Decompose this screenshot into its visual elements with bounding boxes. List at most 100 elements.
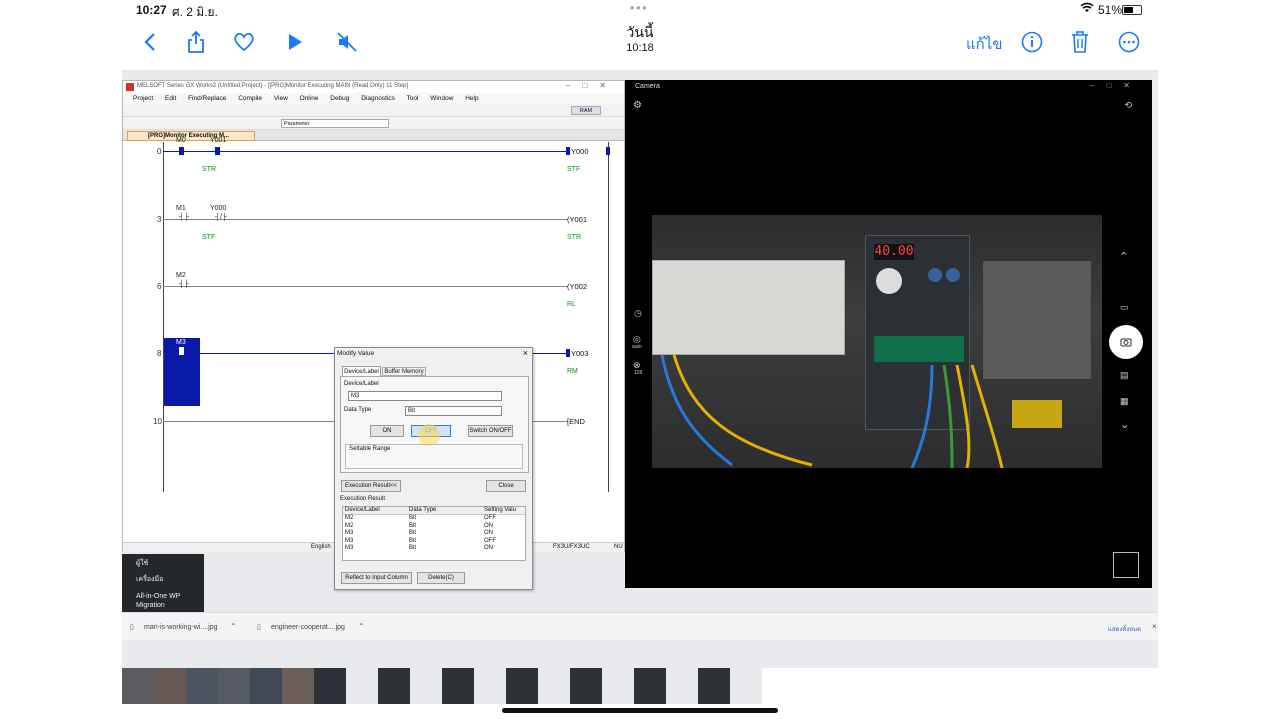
coil-label[interactable]: Y003 [571,349,589,358]
selection-cursor[interactable]: M3 [164,338,200,406]
rung-line [163,286,568,287]
filmstrip-thumbnail[interactable] [378,668,410,704]
contact-on[interactable] [179,347,184,355]
share-icon[interactable] [182,28,210,56]
chevron-down-icon[interactable]: ⌄ [1120,418,1129,431]
filmstrip-thumbnail[interactable] [250,668,282,704]
contact-on[interactable] [179,147,184,155]
end-instruction[interactable]: [END [567,417,585,426]
filmstrip-thumbnail[interactable] [730,668,762,704]
close-button[interactable]: Close [486,480,526,492]
filmstrip-thumbnail[interactable] [538,668,570,704]
reflect-button[interactable]: Reflect to Input Column [341,572,412,584]
contact-nc[interactable]: ┤/├ [215,214,227,221]
switch-on-off-button[interactable]: Switch ON/OFF [468,425,513,437]
coil-label[interactable]: (Y001 [567,215,587,224]
execution-result-button[interactable]: Execution Result<< [341,480,401,492]
timer-icon[interactable]: ◷ [634,308,642,319]
back-icon[interactable] [136,28,164,56]
filmstrip-thumbnail[interactable] [218,668,250,704]
switch-camera-icon[interactable]: ⟲ [1124,100,1132,111]
filmstrip-thumbnail[interactable] [282,668,314,704]
filmstrip-thumbnail[interactable] [474,668,506,704]
wires [660,354,1004,468]
settings-icon[interactable]: ⚙ [633,100,642,111]
trash-icon[interactable] [1066,28,1094,56]
contact-off[interactable]: ┤├ [179,214,189,221]
filmstrip-thumbnail[interactable] [666,668,698,704]
multitask-dots-icon[interactable]: ••• [630,1,649,15]
window-controls[interactable]: –□✕ [1090,81,1142,90]
filmstrip-thumbnail[interactable] [442,668,474,704]
filmstrip-thumbnail[interactable] [122,668,154,704]
device-input[interactable]: M3 [348,391,502,401]
shutter-button[interactable] [1109,325,1143,359]
sidebar-item-migration[interactable]: All-in-One WP Migration [136,592,202,610]
right-power-rail [608,142,609,492]
coil-label[interactable]: (Y002 [567,282,587,291]
menu-edit[interactable]: Edit [165,95,176,102]
menu-online[interactable]: Online [300,95,319,102]
menu-find[interactable]: Find/Replace [188,95,226,102]
whiteboard-icon[interactable]: ▦ [1120,396,1129,407]
filmstrip-thumbnail[interactable] [634,668,666,704]
menu-diagnostics[interactable]: Diagnostics [361,95,395,102]
table-row[interactable]: M2 Bit OFF [343,515,525,523]
menu-debug[interactable]: Debug [330,95,349,102]
gallery-thumbnail[interactable] [1113,552,1139,578]
menu-compile[interactable]: Compile [238,95,262,102]
coil-label[interactable]: Y000 [571,147,589,156]
filmstrip-thumbnail[interactable] [346,668,378,704]
contact-on[interactable] [215,147,220,155]
filmstrip-thumbnail[interactable] [506,668,538,704]
tab-prg-monitor[interactable]: [PRG]Monitor Executing M... [127,131,255,141]
info-icon[interactable] [1018,28,1046,56]
filmstrip-thumbnail[interactable] [698,668,730,704]
delete-button[interactable]: Delete(C) [417,572,465,584]
chevron-up-icon[interactable]: ⌃ [358,622,365,631]
edit-button[interactable]: แก้ไข [966,32,1003,56]
filmstrip-thumbnail[interactable] [410,668,442,704]
download-item[interactable]: man-is-working-wi....jpg [144,624,218,631]
tab-device-label[interactable]: Device/Label [342,366,381,376]
more-icon[interactable] [1115,28,1143,56]
menu-window[interactable]: Window [430,95,453,102]
chevron-up-icon[interactable]: ⌃ [1119,250,1128,263]
mute-icon[interactable] [333,28,361,56]
table-cell: M2 [345,515,354,521]
datatype-select[interactable]: Bit [405,406,502,416]
window-controls[interactable]: –□✕ [566,81,618,90]
contact-off[interactable]: ┤├ [179,281,189,288]
filmstrip-thumbnail[interactable] [314,668,346,704]
download-item[interactable]: engineer-cooperat....jpg [271,624,345,631]
ram-field[interactable]: RAM [571,106,601,115]
on-button[interactable]: ON [370,425,404,437]
chevron-up-icon[interactable]: ⌃ [230,622,237,631]
close-icon[interactable]: × [1152,622,1157,631]
tab-buffer-memory[interactable]: Buffer Memory [382,367,426,376]
table-row[interactable]: M3 Bit ON [343,545,525,553]
menu-tool[interactable]: Tool [407,95,419,102]
parameter-select[interactable]: Parameter [281,119,389,128]
status-bar: 10:27 ศ. 2 มิ.ย. ••• 51% [0,0,1280,20]
video-icon[interactable]: ▭ [1120,302,1129,313]
filmstrip-thumbnail[interactable] [602,668,634,704]
sidebar-item-tools[interactable]: เครื่องมือ [136,574,163,585]
menu-view[interactable]: View [274,95,288,102]
show-all-link[interactable]: แสดงทั้งหมด [1108,624,1141,634]
table-row[interactable]: M2 Bit ON [343,523,525,531]
table-cell: ON [484,530,493,537]
close-icon[interactable]: × [523,348,528,358]
menu-help[interactable]: Help [465,95,478,102]
menu-project[interactable]: Project [133,95,153,102]
play-icon[interactable] [281,28,309,56]
table-row[interactable]: M3 Bit OFF [343,538,525,546]
sidebar-item-users[interactable]: ผู้ใช้ [136,558,148,569]
document-icon[interactable]: ▤ [1120,370,1129,381]
table-row[interactable]: M3 Bit ON [343,530,525,538]
heart-icon[interactable] [230,28,258,56]
filmstrip-thumbnail[interactable] [570,668,602,704]
rail-marker [606,147,610,155]
filmstrip-thumbnail[interactable] [154,668,186,704]
filmstrip-thumbnail[interactable] [186,668,218,704]
